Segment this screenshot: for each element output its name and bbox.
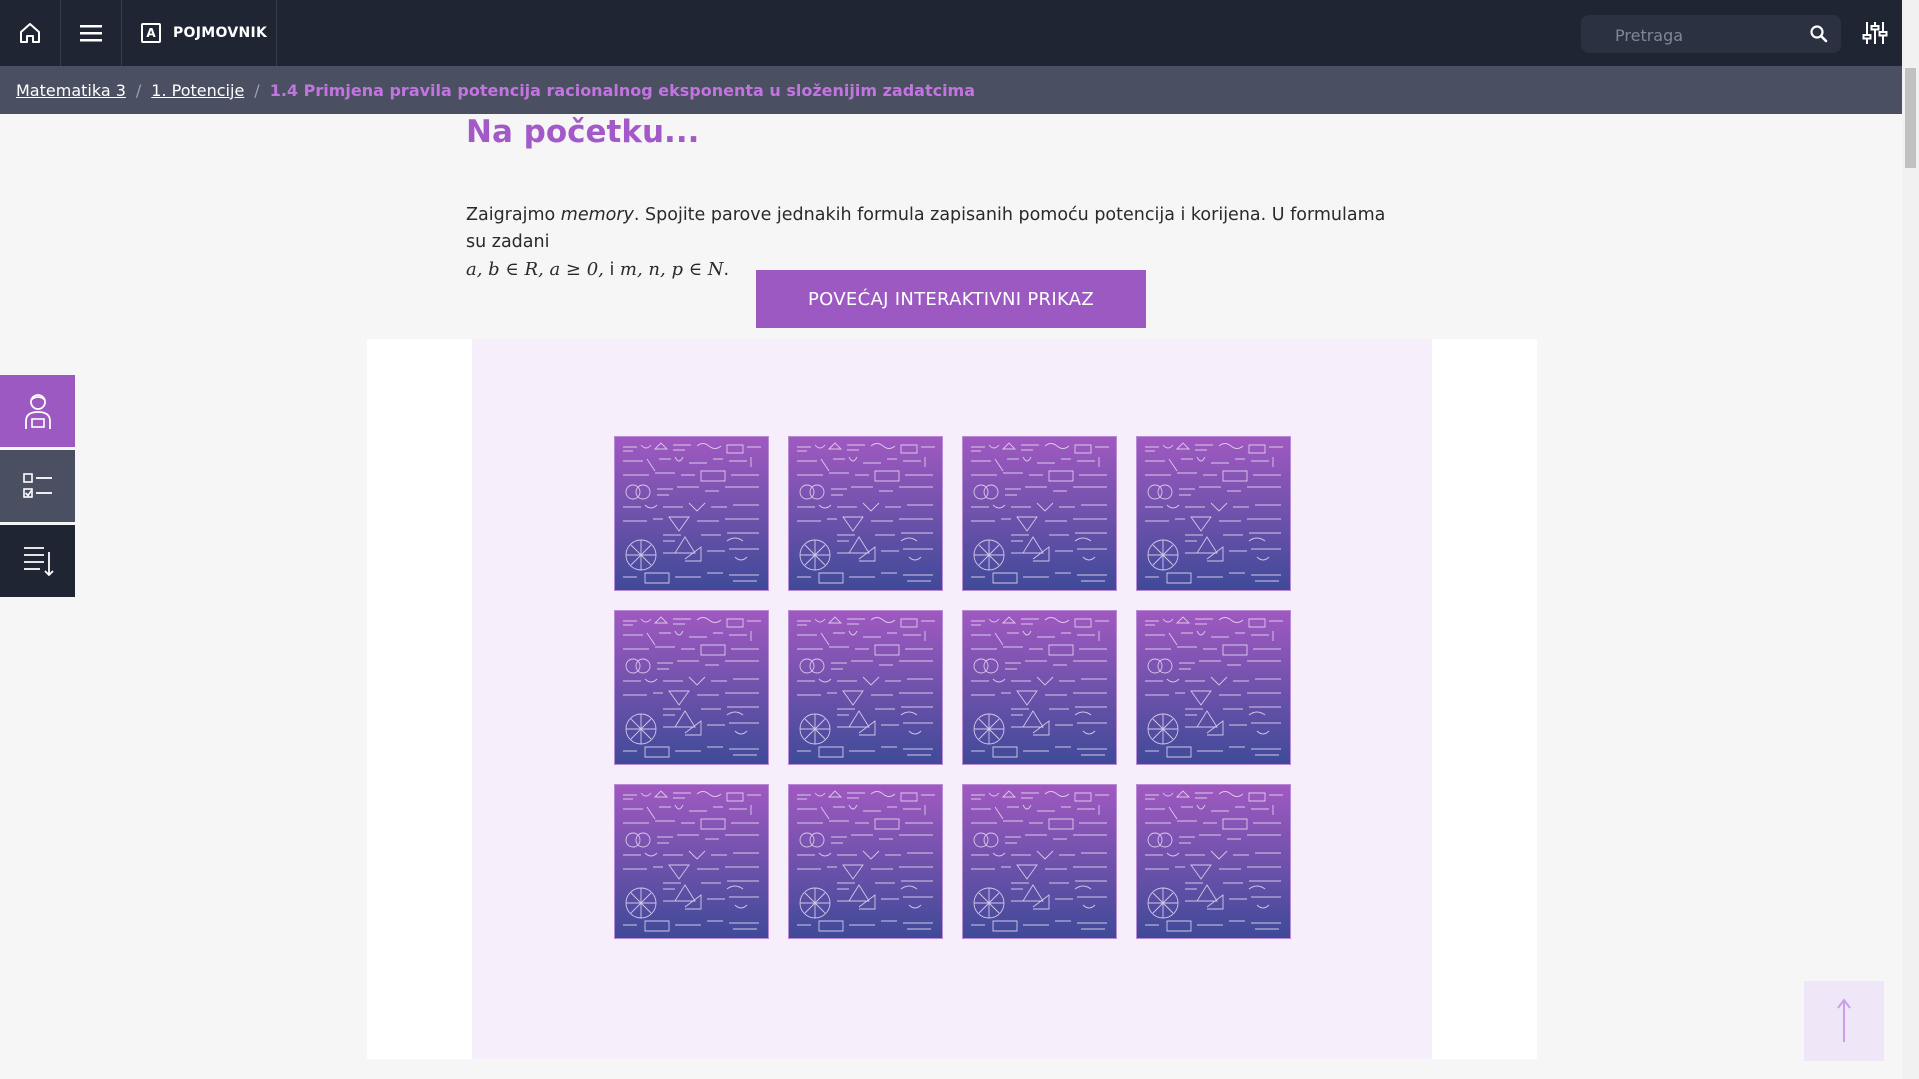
intro-text: Zaigrajmo	[466, 205, 561, 225]
card-back-pattern	[963, 611, 1116, 764]
memory-card[interactable]	[962, 436, 1117, 591]
teacher-tab[interactable]	[0, 375, 75, 447]
arrow-up-icon	[1837, 998, 1851, 1042]
breadcrumb-item-course[interactable]: Matematika 3	[16, 81, 126, 100]
memory-card[interactable]	[614, 610, 769, 765]
sort-list-icon	[23, 547, 54, 577]
card-back-pattern	[963, 437, 1116, 590]
search-input[interactable]	[1581, 15, 1827, 55]
glossary-button[interactable]: A POJMOVNIK	[121, 0, 277, 66]
intro-text: .	[723, 260, 730, 280]
memory-card[interactable]	[962, 610, 1117, 765]
breadcrumb: Matematika 3 / 1. Potencije / 1.4 Primje…	[0, 66, 1902, 114]
memory-card[interactable]	[788, 436, 943, 591]
memory-game-board	[472, 339, 1432, 1059]
home-button[interactable]	[0, 0, 61, 66]
memory-card[interactable]	[788, 784, 943, 939]
main-menu-button[interactable]	[60, 0, 122, 66]
memory-card[interactable]	[1136, 436, 1291, 591]
card-back-pattern	[1137, 785, 1290, 938]
memory-card[interactable]	[788, 610, 943, 765]
memory-card[interactable]	[1136, 784, 1291, 939]
card-back-pattern	[789, 437, 942, 590]
home-icon	[20, 23, 40, 43]
card-back-pattern	[789, 611, 942, 764]
card-back-pattern	[789, 785, 942, 938]
intro-italic: memory	[560, 205, 634, 225]
teacher-icon	[24, 394, 51, 429]
card-back-pattern	[615, 437, 768, 590]
sliders-icon[interactable]	[1862, 20, 1888, 46]
glossary-icon: A	[141, 23, 161, 43]
checklist-icon	[22, 473, 52, 498]
card-back-pattern	[615, 785, 768, 938]
card-back-pattern	[1137, 437, 1290, 590]
memory-card[interactable]	[614, 436, 769, 591]
page-title: Na početku...	[466, 114, 700, 150]
search-icon[interactable]	[1809, 24, 1829, 44]
card-back-pattern	[963, 785, 1116, 938]
search-box	[1581, 15, 1841, 55]
math-expression: m, n, p ∈ N	[619, 259, 724, 280]
breadcrumb-item-chapter[interactable]: 1. Potencije	[151, 81, 244, 100]
memory-card[interactable]	[1136, 610, 1291, 765]
interactive-frame	[367, 339, 1537, 1059]
card-back-pattern	[615, 611, 768, 764]
breadcrumb-separator: /	[135, 80, 142, 100]
breadcrumb-separator: /	[254, 80, 260, 100]
hamburger-menu-icon	[79, 25, 102, 42]
memory-card[interactable]	[962, 784, 1117, 939]
glossary-label: POJMOVNIK	[173, 25, 268, 41]
checklist-tab[interactable]	[0, 450, 75, 522]
card-back-pattern	[1137, 611, 1290, 764]
back-to-top-button[interactable]	[1804, 981, 1884, 1061]
top-navigation-bar: A POJMOVNIK	[0, 0, 1902, 66]
scrollbar-thumb[interactable]	[1905, 68, 1916, 168]
math-expression: a, b ∈ R, a ≥ 0,	[466, 259, 604, 280]
intro-text: i	[603, 260, 620, 280]
breadcrumb-current-lesson: 1.4 Primjena pravila potencija racionaln…	[269, 80, 976, 100]
page-scrollbar[interactable]	[1902, 0, 1919, 1079]
memory-card[interactable]	[614, 784, 769, 939]
enlarge-interactive-button[interactable]: POVEĆAJ INTERAKTIVNI PRIKAZ	[756, 270, 1146, 328]
contents-tab[interactable]	[0, 525, 75, 597]
